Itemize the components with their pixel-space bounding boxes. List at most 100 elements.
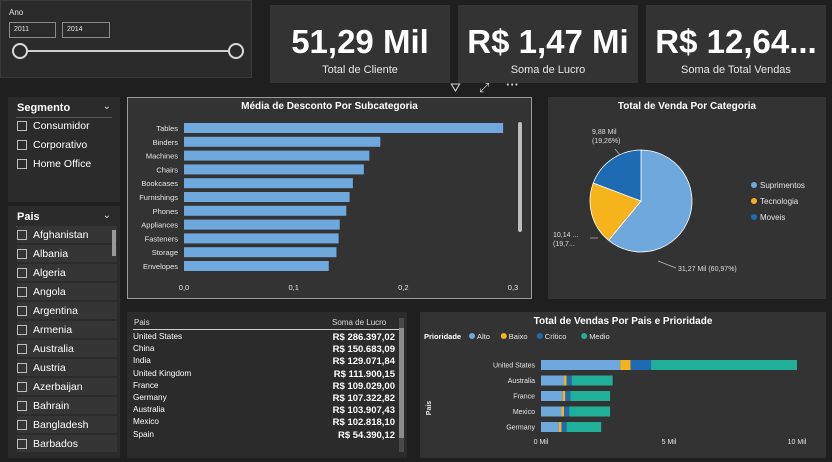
legend-label[interactable]: Moveis xyxy=(760,213,785,222)
pais-item-barbados[interactable]: Barbados xyxy=(17,435,117,452)
stacked-bar-segment[interactable] xyxy=(562,391,566,401)
sales-priority-chart: Prioridade Alto Baixo Crítico Medio Pais Unite… xyxy=(424,332,807,446)
chart-scrollbar[interactable] xyxy=(518,122,522,232)
table-row[interactable]: India R$ 129.071,84 xyxy=(133,356,395,368)
discount-bar[interactable] xyxy=(184,192,350,202)
stacked-bar-segment[interactable] xyxy=(541,375,565,386)
chevron-down-icon[interactable]: ⌄ xyxy=(103,210,111,221)
stacked-bar-segment[interactable] xyxy=(569,406,611,417)
stacked-bar-segment[interactable] xyxy=(541,391,563,401)
year-slider-end-handle[interactable] xyxy=(228,43,244,59)
checkbox[interactable] xyxy=(17,400,27,411)
stacked-bar-segment[interactable] xyxy=(541,360,621,370)
checkbox[interactable] xyxy=(17,248,27,259)
kpi-label: Total de Cliente xyxy=(322,64,398,76)
pais-item-australia[interactable]: Australia xyxy=(17,340,117,357)
more-options-icon[interactable]: ··· xyxy=(506,77,519,92)
checkbox[interactable] xyxy=(17,158,27,169)
stacked-bar-segment[interactable] xyxy=(541,406,562,417)
stacked-bar-segment[interactable] xyxy=(570,391,611,401)
stacked-bar-segment[interactable] xyxy=(541,422,559,432)
table-row[interactable]: Spain R$ 54.390,12 xyxy=(133,430,395,442)
discount-bar[interactable] xyxy=(184,150,370,161)
stacked-bar-segment[interactable] xyxy=(566,375,572,386)
table-row[interactable]: Australia R$ 103.907,43 xyxy=(133,405,395,417)
pais-item-albania[interactable]: Albania xyxy=(17,245,117,262)
checkbox[interactable] xyxy=(17,362,27,373)
discount-bar[interactable] xyxy=(184,205,347,216)
stacked-bar-segment[interactable] xyxy=(565,391,571,401)
discount-bar[interactable] xyxy=(184,219,340,230)
pais-scrollbar[interactable] xyxy=(112,230,116,256)
checkbox[interactable] xyxy=(17,120,27,131)
checkbox[interactable] xyxy=(17,267,27,278)
pais-item-austria[interactable]: Austria xyxy=(17,359,117,376)
discount-bar[interactable] xyxy=(184,178,353,189)
year-end-input[interactable]: 2014 xyxy=(62,22,110,38)
checkbox[interactable] xyxy=(17,139,27,150)
x-tick-label: 0,2 xyxy=(398,283,408,292)
discount-bar[interactable] xyxy=(184,261,329,271)
filter-icon[interactable]: ⛛ xyxy=(450,80,461,96)
table-row[interactable]: China R$ 150.683,09 xyxy=(133,344,395,356)
year-slider-track[interactable] xyxy=(20,50,244,52)
stacked-bar-segment[interactable] xyxy=(561,422,567,432)
discount-bar[interactable] xyxy=(184,123,504,133)
legend-label[interactable]: Alto xyxy=(477,332,490,341)
column-header-soma-lucro[interactable]: Soma de Lucro xyxy=(332,318,386,327)
table-scrollbar[interactable] xyxy=(399,318,404,452)
year-slider-start-handle[interactable] xyxy=(12,43,28,59)
focus-mode-icon[interactable]: ⤢ xyxy=(479,80,489,96)
pais-item-afghanistan[interactable]: Afghanistan xyxy=(17,226,117,243)
stacked-bar-segment[interactable] xyxy=(566,422,602,432)
stacked-bar-segment[interactable] xyxy=(651,360,797,370)
stacked-bar-segment[interactable] xyxy=(558,422,562,432)
country-cell: Germany xyxy=(133,393,167,402)
stacked-bar-segment[interactable] xyxy=(561,406,565,417)
legend-label[interactable]: Suprimentos xyxy=(760,181,805,190)
table-row[interactable]: Germany R$ 107.322,82 xyxy=(133,393,395,405)
legend-label[interactable]: Tecnologia xyxy=(760,197,799,206)
pais-item-algeria[interactable]: Algeria xyxy=(17,264,117,281)
segment-item-consumidor[interactable]: Consumidor xyxy=(17,117,90,134)
table-row[interactable]: United States R$ 286.397,02 xyxy=(133,332,395,344)
discount-bar[interactable] xyxy=(184,136,381,147)
country-cell: United Kingdom xyxy=(133,368,192,378)
stacked-bar-segment[interactable] xyxy=(620,360,631,370)
discount-bar[interactable] xyxy=(184,164,364,175)
stacked-bar-segment[interactable] xyxy=(564,406,570,417)
table-row[interactable]: Mexico R$ 102.818,10 xyxy=(133,417,395,429)
year-start-input[interactable]: 2011 xyxy=(9,22,56,38)
profit-cell: R$ 111.900,15 xyxy=(333,368,395,380)
legend-label[interactable]: Crítico xyxy=(545,332,567,341)
table-row[interactable]: United Kingdom R$ 111.900,15 xyxy=(133,369,395,381)
checkbox[interactable] xyxy=(17,381,27,392)
legend-label[interactable]: Baixo xyxy=(509,332,528,341)
checkbox[interactable] xyxy=(17,343,27,354)
pais-item-argentina[interactable]: Argentina xyxy=(17,302,117,319)
checkbox[interactable] xyxy=(17,305,27,316)
stacked-bar-segment[interactable] xyxy=(571,375,613,386)
stacked-bar-segment[interactable] xyxy=(564,375,567,386)
chevron-down-icon[interactable]: ⌄ xyxy=(103,101,111,112)
legend-label[interactable]: Medio xyxy=(589,332,609,341)
checkbox[interactable] xyxy=(17,438,27,449)
pais-item-azerbaijan[interactable]: Azerbaijan xyxy=(17,378,117,395)
pais-item-bahrain[interactable]: Bahrain xyxy=(17,397,117,414)
discount-bar[interactable] xyxy=(184,233,339,244)
pais-item-armenia[interactable]: Armenia xyxy=(17,321,117,338)
pais-item-angola[interactable]: Angola xyxy=(17,283,117,300)
checkbox[interactable] xyxy=(17,286,27,297)
discount-bar[interactable] xyxy=(184,247,337,258)
stacked-bar-segment[interactable] xyxy=(630,360,652,370)
checkbox[interactable] xyxy=(17,324,27,335)
column-header-pais[interactable]: Pais xyxy=(134,318,150,327)
pie-data-label: (19,7... xyxy=(553,241,575,248)
segment-item-home-office[interactable]: Home Office xyxy=(17,155,91,172)
table-row[interactable]: France R$ 109.029,00 xyxy=(133,381,395,393)
checkbox[interactable] xyxy=(17,229,27,240)
table-scroll-thumb[interactable] xyxy=(399,328,404,438)
segment-item-corporativo[interactable]: Corporativo xyxy=(17,136,87,153)
checkbox[interactable] xyxy=(17,419,27,430)
pais-item-bangladesh[interactable]: Bangladesh xyxy=(17,416,117,433)
